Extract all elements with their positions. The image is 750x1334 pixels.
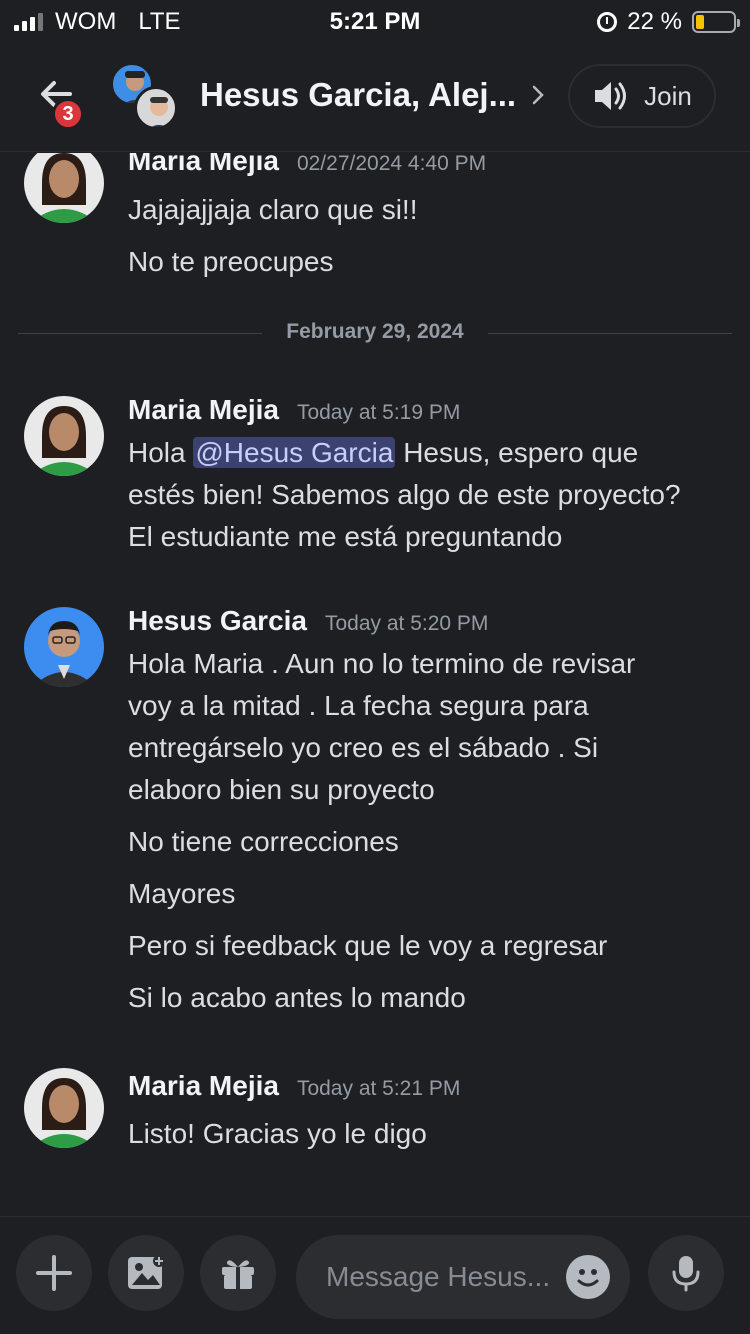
user-mention[interactable]: @Hesus Garcia (193, 437, 396, 468)
gift-icon (222, 1260, 254, 1289)
status-bar: WOM LTE 5:21 PM 22 % (0, 0, 750, 40)
image-picker-button[interactable] (108, 1235, 184, 1311)
battery-icon (692, 11, 740, 33)
message-text: Jajajajjaja claro que si!! (128, 194, 418, 225)
message-text: entregárselo yo creo es el sábado . Si (128, 732, 599, 763)
group-avatar[interactable] (110, 62, 182, 130)
back-button[interactable]: 3 (30, 74, 84, 130)
chevron-right-icon[interactable] (530, 84, 546, 106)
battery-percent: 22 % (627, 8, 682, 35)
network-type: LTE (138, 8, 181, 35)
date-divider: February 29, 2024 (18, 319, 732, 349)
avatar[interactable] (24, 1068, 104, 1148)
carrier-name: WOM (55, 8, 117, 35)
message-text: estés bien! Sabemos algo de este proyect… (128, 479, 681, 510)
message-timestamp: Today at 5:21 PM (296, 1077, 461, 1100)
message-text: voy a la mitad . La fecha segura para (128, 690, 589, 721)
avatar (134, 86, 178, 130)
message-text: No te preocupes (128, 246, 334, 277)
message-text: elaboro bien su proyecto (128, 774, 435, 805)
add-attachment-button[interactable] (16, 1235, 92, 1311)
join-voice-button[interactable]: Join (568, 64, 716, 128)
message-placeholder: Message Hesus... (326, 1261, 551, 1292)
gift-button[interactable] (200, 1235, 276, 1311)
microphone-icon (672, 1256, 700, 1292)
message-list[interactable]: Maria Mejia 02/27/2024 4:40 PM Jajajajjaj… (0, 153, 750, 1215)
speaker-icon (595, 82, 627, 110)
message-composer: Message Hesus... (0, 1216, 750, 1334)
image-icon (128, 1255, 165, 1289)
message-text: El estudiante me está preguntando (128, 521, 563, 552)
message-author[interactable]: Maria Mejia Today at 5:21 PM (128, 1070, 460, 1102)
plus-icon (36, 1255, 72, 1291)
join-label: Join (644, 80, 692, 111)
message-timestamp: Today at 5:19 PM (296, 401, 461, 424)
message-text: Si lo acabo antes lo mando (128, 982, 466, 1013)
message-author[interactable]: Maria Mejia Today at 5:19 PM (128, 394, 460, 426)
smiley-icon (577, 1269, 599, 1287)
emoji-button[interactable] (566, 1255, 610, 1299)
message-author[interactable]: Maria Mejia 02/27/2024 4:40 PM (128, 153, 486, 177)
message-text: Mayores (128, 878, 236, 909)
unread-badge: 3 (52, 98, 84, 130)
message-input[interactable]: Message Hesus... (296, 1235, 630, 1319)
message-text: Pero si feedback que le voy a regresar (128, 930, 608, 961)
message-text: Listo! Gracias yo le digo (128, 1118, 427, 1149)
message-timestamp: Today at 5:20 PM (325, 612, 489, 635)
avatar[interactable] (24, 396, 104, 476)
avatar[interactable] (24, 607, 104, 687)
signal-icon (14, 13, 43, 31)
message-text: Hola Maria . Aun no lo termino de revisa… (128, 648, 636, 679)
message-timestamp: 02/27/2024 4:40 PM (296, 153, 487, 175)
voice-message-button[interactable] (648, 1235, 724, 1311)
message-author[interactable]: Hesus Garcia Today at 5:20 PM (128, 605, 488, 637)
alarm-icon (597, 12, 618, 32)
chat-header: 3 Hesus Garcia, Alej... Join (0, 40, 750, 152)
channel-title[interactable]: Hesus Garcia, Alej... (200, 76, 516, 114)
message-text: Hola @Hesus Garcia Hesus, espero que (128, 437, 639, 468)
message-text: No tiene correcciones (128, 826, 399, 857)
avatar[interactable] (24, 153, 104, 223)
